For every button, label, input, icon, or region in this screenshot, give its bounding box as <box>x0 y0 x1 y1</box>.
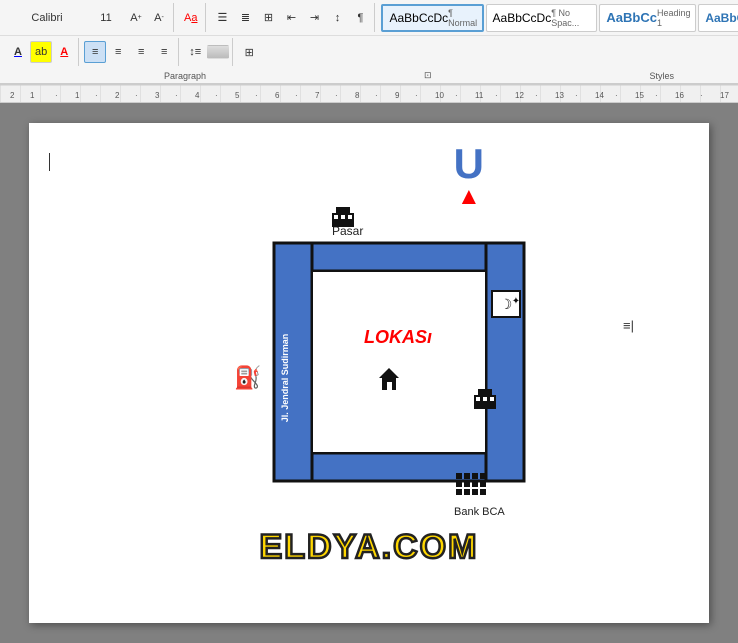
align-right-button[interactable]: ≡ <box>130 41 152 63</box>
bullets-button[interactable]: ☰ <box>211 7 233 29</box>
document-area[interactable]: U ▲ Jl. Jendral Sudirman <box>0 103 738 643</box>
svg-text:2: 2 <box>10 91 15 100</box>
clear-format-button[interactable]: Aa <box>179 7 202 29</box>
text-format-group: Aa <box>176 3 206 32</box>
svg-text:17: 17 <box>720 91 729 100</box>
svg-text:5: 5 <box>235 91 240 100</box>
svg-text:·: · <box>335 91 338 100</box>
sort-button[interactable]: ↕ <box>326 7 348 29</box>
grow-font-button[interactable]: A+ <box>125 7 147 29</box>
bank-label-text: Bank BCA <box>454 506 505 518</box>
svg-text:✦: ✦ <box>512 296 520 307</box>
svg-text:9: 9 <box>395 91 400 100</box>
svg-text:6: 6 <box>275 91 280 100</box>
font-group: Calibri 11 A+ A- <box>4 3 174 32</box>
svg-text:·: · <box>495 91 498 100</box>
shading-button[interactable] <box>207 45 229 59</box>
text-cursor-doc[interactable]: ≡| <box>623 318 634 333</box>
svg-text:·: · <box>135 91 138 100</box>
lokasi-label-text: LOKASı <box>364 327 432 347</box>
svg-text:13: 13 <box>555 91 564 100</box>
pilcrow-button[interactable]: ¶ <box>349 7 371 29</box>
svg-text:8: 8 <box>355 91 360 100</box>
font-color2-button[interactable]: A <box>53 41 75 63</box>
svg-text:·: · <box>175 91 178 100</box>
align-center-button[interactable]: ≡ <box>107 41 129 63</box>
style-normal[interactable]: AaBbCcDc ¶ Normal <box>381 4 483 32</box>
text-style-group: A ab A <box>4 38 79 66</box>
svg-text:·: · <box>415 91 418 100</box>
svg-text:·: · <box>255 91 258 100</box>
alignment-group: ≡ ≡ ≡ ≡ <box>81 38 179 66</box>
svg-text:1: 1 <box>75 91 80 100</box>
svg-text:10: 10 <box>435 91 444 100</box>
list-group: ☰ ≣ ⊞ ⇤ ⇥ ↕ ¶ <box>208 3 375 32</box>
align-left-button[interactable]: ≡ <box>84 41 106 63</box>
style-nospace[interactable]: AaBbCcDc ¶ No Spac... <box>486 4 598 32</box>
svg-text:7: 7 <box>315 91 320 100</box>
svg-text:·: · <box>215 91 218 100</box>
section-labels: Paragraph ⊡ Styles <box>0 68 738 84</box>
svg-text:14: 14 <box>595 91 604 100</box>
north-arrow-icon: ▲ <box>454 185 484 209</box>
svg-text:☽: ☽ <box>500 296 513 312</box>
spacing-group: ↕≡ <box>181 38 233 66</box>
svg-text:16: 16 <box>675 91 684 100</box>
border-group: ⊞ <box>235 38 263 66</box>
text-cursor <box>49 153 50 171</box>
ruler: // This won't execute here, ticks drawn … <box>0 85 738 103</box>
style-h2[interactable]: AaBbCcC Heading 2 <box>698 4 738 32</box>
svg-text:·: · <box>455 91 458 100</box>
north-indicator: U ▲ <box>454 143 484 209</box>
borders-button[interactable]: ⊞ <box>238 41 260 63</box>
multilevel-button[interactable]: ⊞ <box>257 7 279 29</box>
svg-text:12: 12 <box>515 91 524 100</box>
svg-text:15: 15 <box>635 91 644 100</box>
svg-text:⛽: ⛽ <box>234 365 261 390</box>
svg-text:·: · <box>575 91 578 100</box>
decrease-indent-button[interactable]: ⇤ <box>280 7 302 29</box>
paragraph-section-label: Paragraph <box>4 71 206 81</box>
svg-text:11: 11 <box>475 91 484 100</box>
highlight-button[interactable]: ab <box>30 41 52 63</box>
map-container: U ▲ Jl. Jendral Sudirman <box>184 143 554 567</box>
shrink-font-button[interactable]: A- <box>148 7 170 29</box>
north-letter: U <box>454 143 484 185</box>
svg-text:1: 1 <box>30 91 35 100</box>
toolbar-row2: A ab A ≡ ≡ ≡ ≡ ↕≡ ⊞ <box>0 36 738 68</box>
line-spacing-button[interactable]: ↕≡ <box>184 41 206 63</box>
svg-text:·: · <box>55 91 58 100</box>
svg-text:·: · <box>535 91 538 100</box>
svg-text:4: 4 <box>195 91 200 100</box>
numbering-button[interactable]: ≣ <box>234 7 256 29</box>
toolbar-row1: Calibri 11 A+ A- Aa ☰ ≣ ⊞ ⇤ ⇥ ↕ ¶ AaBbCc… <box>0 0 738 36</box>
svg-text:·: · <box>655 91 658 100</box>
styles-gallery: AaBbCcDc ¶ Normal AaBbCcDc ¶ No Spac... … <box>377 3 738 32</box>
font-color-button[interactable]: A <box>7 41 29 63</box>
road-label-text: Jl. Jendral Sudirman <box>280 334 290 423</box>
styles-section-label: Styles <box>649 71 734 81</box>
document-page: U ▲ Jl. Jendral Sudirman <box>29 123 709 623</box>
svg-text:·: · <box>375 91 378 100</box>
ruler-svg: // This won't execute here, ticks drawn … <box>0 85 738 103</box>
font-size-dropdown[interactable]: 11 <box>88 7 124 29</box>
align-justify-button[interactable]: ≡ <box>153 41 175 63</box>
svg-text:3: 3 <box>155 91 160 100</box>
style-h1[interactable]: AaBbCc Heading 1 <box>599 4 696 32</box>
brand-text: ELDYA.COM <box>184 528 554 567</box>
font-dropdown[interactable]: Calibri <box>7 7 87 29</box>
svg-text:2: 2 <box>115 91 120 100</box>
expand-paragraph-icon[interactable]: ⊡ <box>424 70 432 81</box>
svg-text:·: · <box>95 91 98 100</box>
svg-text:·: · <box>615 91 618 100</box>
map-svg: Jl. Jendral Sudirman LOKASı Pasar ☽ <box>184 143 554 538</box>
svg-text:·: · <box>295 91 298 100</box>
increase-indent-button[interactable]: ⇥ <box>303 7 325 29</box>
svg-text:·: · <box>700 91 703 100</box>
